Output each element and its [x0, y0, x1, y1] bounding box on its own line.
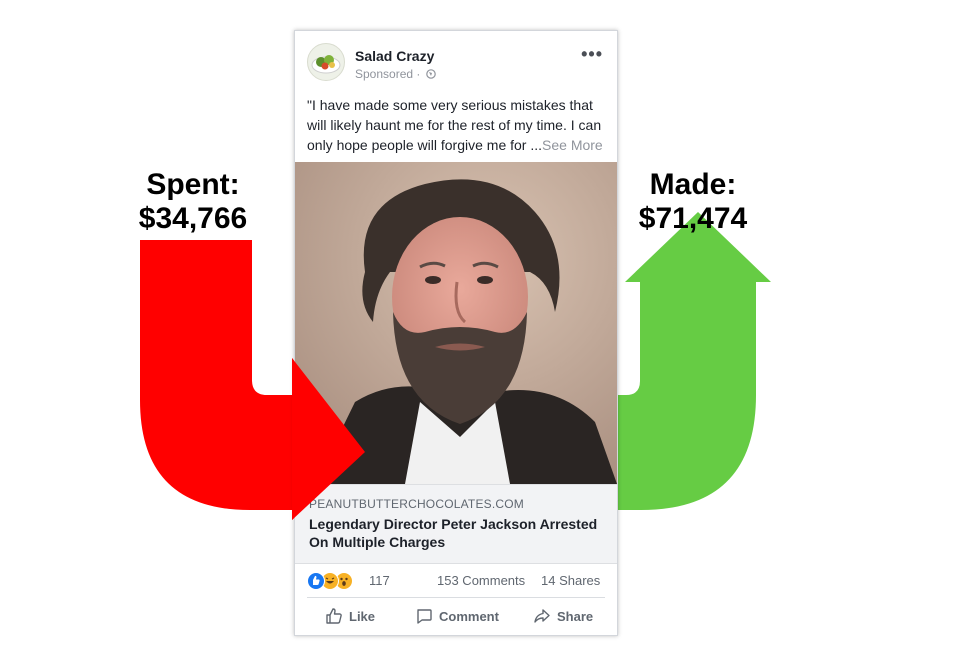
comment-label: Comment [439, 608, 499, 624]
link-preview[interactable]: PEANUTBUTTERCHOCOLATES.COM Legendary Dir… [295, 484, 617, 564]
more-icon[interactable]: ••• [581, 45, 603, 63]
like-button[interactable]: Like [325, 607, 375, 625]
spent-amount: $34,766 [138, 202, 248, 235]
globe-icon [425, 69, 436, 79]
like-label: Like [349, 608, 376, 624]
post-photo[interactable] [295, 162, 617, 484]
reaction-count[interactable]: 117 [369, 573, 390, 588]
made-label-block: Made: $71,474 [618, 168, 768, 236]
comments-count[interactable]: 153 Comments [437, 573, 525, 588]
page-name[interactable]: Salad Crazy [355, 48, 434, 64]
comment-button[interactable]: Comment [415, 607, 499, 625]
reactions-row: 117 153 Comments 14 Shares [295, 569, 617, 593]
page-avatar[interactable] [307, 43, 345, 81]
sponsored-text: Sponsored · [355, 67, 421, 81]
actions-divider [307, 597, 605, 598]
shares-count[interactable]: 14 Shares [541, 573, 600, 588]
thumbs-up-icon [326, 608, 342, 624]
comment-icon [417, 609, 432, 624]
sponsored-label: Sponsored · [355, 67, 436, 81]
share-label: Share [557, 608, 594, 624]
spent-label: Spent: [146, 168, 240, 201]
made-amount: $71,474 [638, 202, 748, 235]
facebook-ad-post: Salad Crazy Sponsored · ••• "I have made… [294, 30, 618, 636]
share-button[interactable]: Share [533, 607, 593, 625]
link-domain: PEANUTBUTTERCHOCOLATES.COM [309, 497, 524, 511]
link-headline[interactable]: Legendary Director Peter Jackson Arreste… [309, 515, 609, 551]
spent-label-block: Spent: $34,766 [118, 168, 268, 236]
see-more-link[interactable]: See More [542, 137, 603, 153]
post-text: "I have made some very serious mistakes … [307, 95, 607, 155]
made-label: Made: [649, 168, 737, 201]
post-actions: Like Comment Share [295, 603, 617, 631]
like-reaction-icon[interactable] [307, 572, 325, 590]
post-header: Salad Crazy Sponsored · ••• [295, 31, 617, 91]
share-icon [534, 609, 550, 623]
